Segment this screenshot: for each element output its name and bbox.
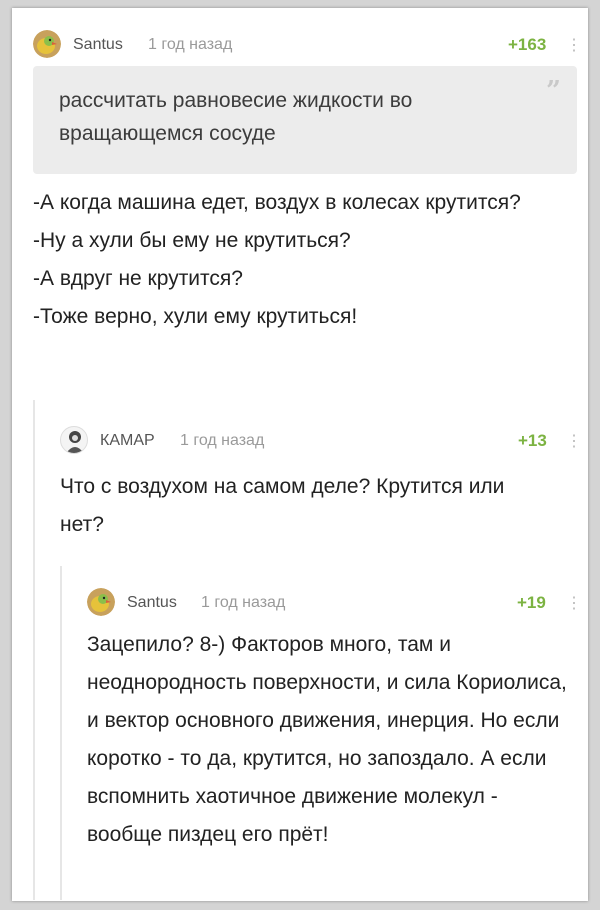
comments-card: Santus 1 год назад +163 ⋮ рассчитать рав… [12,8,588,901]
person-avatar-icon[interactable] [60,426,88,454]
comment-kamar: КАМАР 1 год назад +13 ⋮ Что с воздухом н… [60,426,582,566]
comment-rating: +13 [518,431,547,450]
parrot-avatar-icon[interactable] [33,30,61,58]
quote-block: рассчитать равновесие жидкости во вращаю… [33,66,577,174]
quote-text: рассчитать равновесие жидкости во вращаю… [59,89,413,145]
comment-header: Santus 1 год назад +163 ⋮ [33,30,582,60]
comment-body: Зацепило? 8-) Факторов много, там и неод… [87,633,567,846]
comment-rating: +163 [508,35,547,54]
comment-line: -Ну а хули бы ему не крутиться? [33,229,351,252]
comment-author[interactable]: КАМАР [100,432,155,450]
comment-body: -А когда машина едет, воздух в колесах к… [33,184,563,336]
comment-santus-2: Santus 1 год назад +19 ⋮ Зацепило? 8-) Ф… [87,588,582,888]
comment-time[interactable]: 1 год назад [201,594,285,612]
more-vertical-icon[interactable]: ⋮ [566,593,582,613]
parrot-avatar-icon[interactable] [87,588,115,616]
comment-line: -А вдруг не крутится? [33,267,243,290]
comment-author[interactable]: Santus [73,36,123,54]
comment-time[interactable]: 1 год назад [180,432,264,450]
thread-line[interactable] [60,566,62,900]
more-vertical-icon[interactable]: ⋮ [566,35,582,55]
comment-body: Что с воздухом на самом деле? Крутится и… [60,475,505,536]
comment-time[interactable]: 1 год назад [148,36,232,54]
comment-line: -А когда машина едет, воздух в колесах к… [33,191,521,214]
quote-mark-icon: ” [546,76,561,106]
comment-author[interactable]: Santus [127,594,177,612]
comment-line: -Тоже верно, хули ему крутиться! [33,305,358,328]
comment-rating: +19 [517,593,546,612]
comment-header: Santus 1 год назад +19 ⋮ [87,588,582,618]
comment-header: КАМАР 1 год назад +13 ⋮ [60,426,582,456]
more-vertical-icon[interactable]: ⋮ [566,431,582,451]
thread-line[interactable] [33,400,35,900]
